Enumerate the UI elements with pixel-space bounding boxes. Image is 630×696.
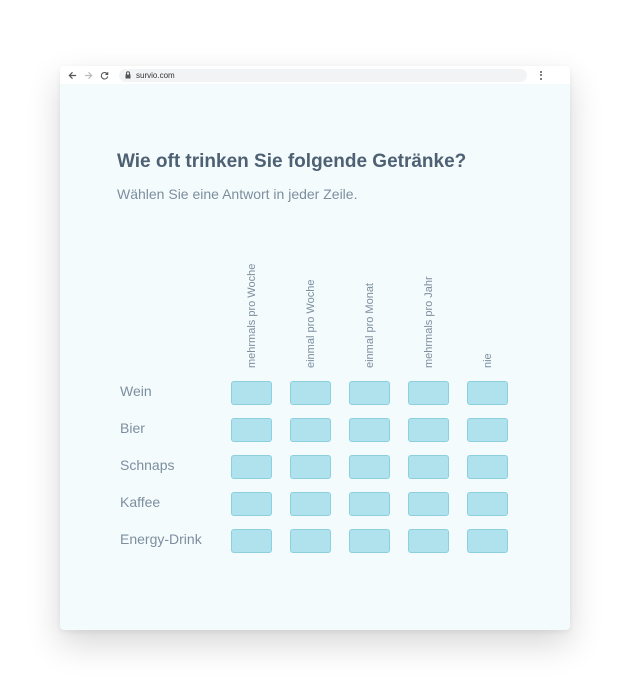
answer-option-cell[interactable] bbox=[408, 418, 449, 442]
answer-option-cell[interactable] bbox=[290, 455, 331, 479]
answer-option-cell[interactable] bbox=[290, 418, 331, 442]
row-label: Schnaps bbox=[120, 457, 175, 473]
answer-option-cell[interactable] bbox=[290, 381, 331, 405]
column-header-label: mehrmals pro Jahr bbox=[423, 276, 435, 368]
answer-option-cell[interactable] bbox=[408, 381, 449, 405]
answer-option-cell[interactable] bbox=[467, 492, 508, 516]
answer-option-cell[interactable] bbox=[349, 455, 390, 479]
row-label: Kaffee bbox=[120, 494, 161, 510]
answer-option-cell[interactable] bbox=[349, 381, 390, 405]
answer-option-cell[interactable] bbox=[349, 529, 390, 553]
browser-window: survio.com Wie oft trinken Sie folgende … bbox=[60, 66, 570, 630]
column-header-label: nie bbox=[482, 353, 494, 368]
answer-option-cell[interactable] bbox=[231, 418, 272, 442]
answer-option-cell[interactable] bbox=[467, 418, 508, 442]
answer-option-cell[interactable] bbox=[231, 455, 272, 479]
answer-option-cell[interactable] bbox=[467, 455, 508, 479]
answer-option-cell[interactable] bbox=[231, 492, 272, 516]
answer-option-cell[interactable] bbox=[231, 529, 272, 553]
answer-option-cell[interactable] bbox=[290, 529, 331, 553]
column-header-label: einmal pro Woche bbox=[305, 279, 317, 368]
row-label: Wein bbox=[120, 383, 152, 399]
address-bar[interactable]: survio.com bbox=[119, 68, 527, 82]
answer-option-cell[interactable] bbox=[349, 492, 390, 516]
row-label: Bier bbox=[120, 420, 145, 436]
answer-option-cell[interactable] bbox=[467, 381, 508, 405]
answer-option-cell[interactable] bbox=[290, 492, 331, 516]
column-header-label: einmal pro Monat bbox=[364, 283, 376, 368]
forward-arrow-icon[interactable] bbox=[83, 70, 94, 81]
answer-option-cell[interactable] bbox=[231, 381, 272, 405]
answer-option-cell[interactable] bbox=[408, 455, 449, 479]
column-header-label: mehrmals pro Woche bbox=[246, 263, 258, 368]
back-arrow-icon[interactable] bbox=[67, 70, 78, 81]
more-menu-icon[interactable] bbox=[540, 70, 542, 80]
question-instructions: Wählen Sie eine Antwort in jeder Zeile. bbox=[117, 186, 358, 202]
address-url: survio.com bbox=[136, 70, 175, 80]
question-title: Wie oft trinken Sie folgende Getränke? bbox=[117, 151, 467, 172]
answer-option-cell[interactable] bbox=[467, 529, 508, 553]
reload-icon[interactable] bbox=[99, 70, 110, 81]
answer-option-cell[interactable] bbox=[408, 492, 449, 516]
lock-icon bbox=[125, 71, 131, 79]
browser-toolbar: survio.com bbox=[60, 66, 570, 84]
answer-option-cell[interactable] bbox=[349, 418, 390, 442]
row-label: Energy-Drink bbox=[120, 531, 202, 547]
answer-option-cell[interactable] bbox=[408, 529, 449, 553]
